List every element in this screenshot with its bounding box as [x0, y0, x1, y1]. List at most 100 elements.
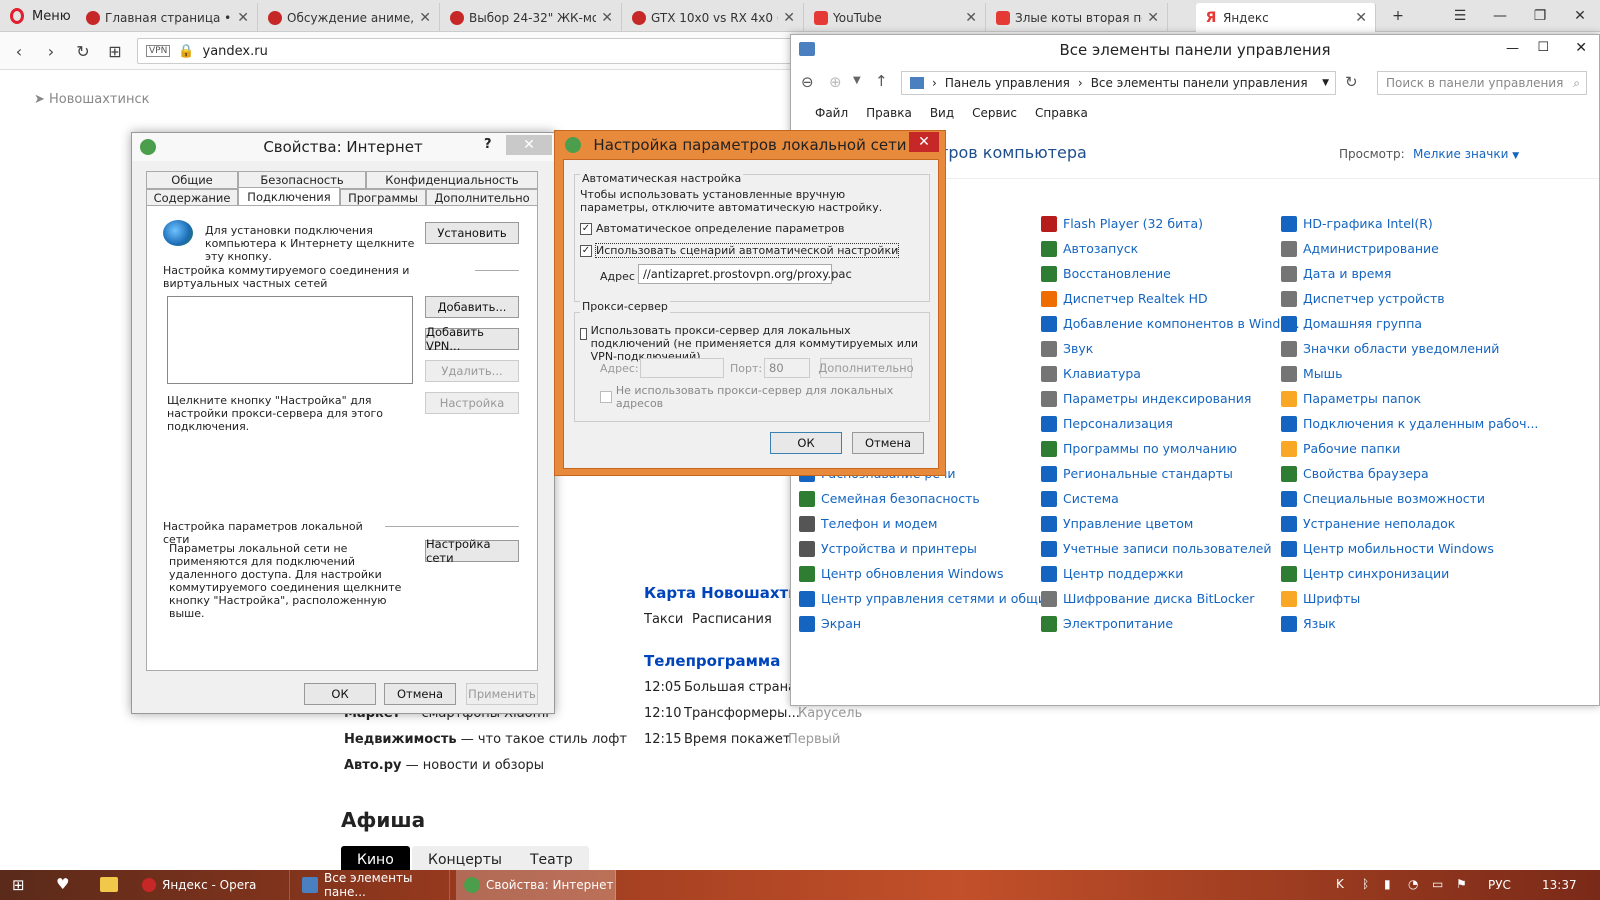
minimize-icon[interactable]: — [1506, 41, 1519, 56]
proxy-address-input[interactable] [640, 358, 724, 378]
close-icon[interactable]: ✕ [1560, 0, 1600, 32]
close-icon[interactable]: ✕ [909, 132, 939, 152]
menu-tools[interactable]: Сервис [972, 106, 1017, 120]
clock[interactable]: 13:37 [1542, 878, 1577, 892]
afisha-title[interactable]: Афиша [341, 808, 425, 832]
browser-tab[interactable]: Злые коты вторая подб ✕ [988, 3, 1168, 32]
cp-item[interactable]: Диспетчер Realtek HD [1041, 286, 1271, 311]
cp-item[interactable]: Экран [799, 611, 1029, 636]
cp-item[interactable]: Региональные стандарты [1041, 461, 1271, 486]
use-script-checkbox[interactable]: ✓ Использовать сценарий автоматической н… [580, 243, 900, 258]
chevron-down-icon[interactable]: ▼ [1322, 78, 1329, 88]
cp-item[interactable]: Звук [1041, 336, 1271, 361]
cancel-button[interactable]: Отмена [852, 432, 924, 454]
back-icon[interactable]: ⊖ [801, 73, 814, 91]
breadcrumb[interactable]: › Панель управления › Все элементы панел… [901, 71, 1336, 95]
close-tab-icon[interactable]: ✕ [1355, 10, 1367, 26]
chevron-down-icon[interactable]: ▼ [853, 75, 861, 86]
file-explorer-icon[interactable] [100, 877, 118, 892]
apply-button[interactable]: Применить [466, 683, 538, 705]
cp-item[interactable]: Центр поддержки [1041, 561, 1271, 586]
menu-file[interactable]: Файл [815, 106, 848, 120]
ok-button[interactable]: ОК [770, 432, 842, 454]
close-tab-icon[interactable]: ✕ [601, 10, 613, 26]
browser-tab[interactable]: Выбор 24-32" ЖК-мони ✕ [442, 3, 622, 32]
cp-item[interactable]: Язык [1281, 611, 1521, 636]
cp-item[interactable]: Система [1041, 486, 1271, 511]
cp-item[interactable]: Мышь [1281, 361, 1521, 386]
add-button[interactable]: Добавить... [425, 296, 519, 318]
cp-item[interactable]: Домашняя группа [1281, 311, 1521, 336]
cp-item[interactable]: Телефон и модем [799, 511, 1029, 536]
menu-edit[interactable]: Правка [866, 106, 912, 120]
close-icon[interactable]: ✕ [1575, 40, 1587, 56]
taskbar-item-internet-properties[interactable]: Свойства: Интернет [456, 870, 616, 900]
flag-icon[interactable]: ⚑ [1456, 877, 1467, 891]
forward-icon[interactable]: ⊕ [829, 73, 842, 91]
cp-item[interactable]: Дата и время [1281, 261, 1521, 286]
vpn-badge[interactable]: VPN [146, 45, 171, 57]
search-icon[interactable]: ⌕ [1573, 76, 1580, 91]
news-item[interactable]: Недвижимость — что такое стиль лофт [344, 732, 627, 747]
tab-menu-icon[interactable]: ☰ [1440, 0, 1480, 32]
wifi-icon[interactable]: ◔ [1408, 877, 1418, 891]
language-indicator[interactable]: РУС [1488, 878, 1511, 892]
minimize-icon[interactable]: — [1480, 0, 1520, 32]
tab-general[interactable]: Общие [146, 171, 238, 189]
tab-privacy[interactable]: Конфиденциальность [366, 171, 538, 189]
breadcrumb-item[interactable]: Панель управления [945, 76, 1070, 90]
url-field[interactable]: VPN 🔒 yandex.ru [137, 38, 797, 64]
tv-show[interactable]: Трансформеры... [684, 706, 800, 721]
kaspersky-icon[interactable]: K [1336, 877, 1344, 891]
browser-tab[interactable]: Главная страница • Кон ✕ [78, 3, 258, 32]
browser-tab-active[interactable]: Я Яндекс ✕ [1196, 3, 1376, 32]
advanced-button[interactable]: Дополнительно [818, 358, 914, 378]
cp-item[interactable]: Подключения к удаленным рабоч... [1281, 411, 1538, 436]
cp-item[interactable]: Устранение неполадок [1281, 511, 1521, 536]
script-address-input[interactable]: //antizapret.prostovpn.org/proxy.pac [638, 264, 852, 284]
forward-icon[interactable]: › [40, 40, 62, 62]
add-vpn-button[interactable]: Добавить VPN... [425, 325, 519, 353]
cp-item[interactable]: Рабочие папки [1281, 436, 1521, 461]
network-icon[interactable]: ▭ [1432, 877, 1443, 891]
cp-item[interactable]: Клавиатура [1041, 361, 1271, 386]
cp-item[interactable]: Центр синхронизации [1281, 561, 1521, 586]
browser-tab[interactable]: Обсуждение аниме, ма ✕ [260, 3, 440, 32]
bluetooth-icon[interactable]: ᛒ [1362, 877, 1369, 891]
browser-tab[interactable]: YouTube ✕ [806, 3, 986, 32]
city-label[interactable]: ➤ Новошахтинск [34, 92, 149, 107]
reload-icon[interactable]: ↻ [72, 40, 94, 62]
news-item[interactable]: Авто.ру — новости и обзоры [344, 758, 544, 773]
tv-show[interactable]: Большая страна [684, 680, 796, 695]
cp-item[interactable]: Flash Player (32 бита) [1041, 211, 1271, 236]
cp-item[interactable]: Программы по умолчанию [1041, 436, 1271, 461]
cp-item[interactable]: Семейная безопасность [799, 486, 1029, 511]
remove-button[interactable]: Удалить... [425, 360, 519, 382]
cp-item[interactable]: Персонализация [1041, 411, 1271, 436]
ok-button[interactable]: ОК [304, 683, 376, 705]
close-tab-icon[interactable]: ✕ [237, 10, 249, 26]
menu-help[interactable]: Справка [1035, 106, 1088, 120]
up-icon[interactable]: ↑ [875, 72, 888, 90]
cp-item[interactable]: Администрирование [1281, 236, 1521, 261]
cp-item[interactable]: Автозапуск [1041, 236, 1271, 261]
maximize-icon[interactable]: ❐ [1520, 0, 1560, 32]
settings-button[interactable]: Настройка [425, 392, 519, 414]
refresh-icon[interactable]: ↻ [1345, 73, 1358, 91]
close-tab-icon[interactable]: ✕ [783, 10, 795, 26]
help-icon[interactable]: ? [484, 137, 492, 152]
connections-list[interactable] [167, 296, 413, 384]
cp-item[interactable]: Центр управления сетями и общи... [799, 586, 1058, 611]
map-title[interactable]: Карта Новошахтин [644, 584, 809, 602]
menu-view[interactable]: Вид [930, 106, 954, 120]
speed-dial-icon[interactable]: ⊞ [104, 40, 126, 62]
search-input[interactable]: Поиск в панели управления ⌕ [1377, 71, 1587, 95]
close-tab-icon[interactable]: ✕ [965, 10, 977, 26]
cp-item[interactable]: Шрифты [1281, 586, 1521, 611]
battery-icon[interactable]: ▮ [1384, 877, 1391, 891]
cp-item[interactable]: Устройства и принтеры [799, 536, 1029, 561]
cp-item[interactable]: Восстановление [1041, 261, 1271, 286]
opera-menu-button[interactable]: Меню [0, 0, 76, 32]
cp-item[interactable]: Специальные возможности [1281, 486, 1521, 511]
cp-item[interactable]: Центр мобильности Windows [1281, 536, 1521, 561]
